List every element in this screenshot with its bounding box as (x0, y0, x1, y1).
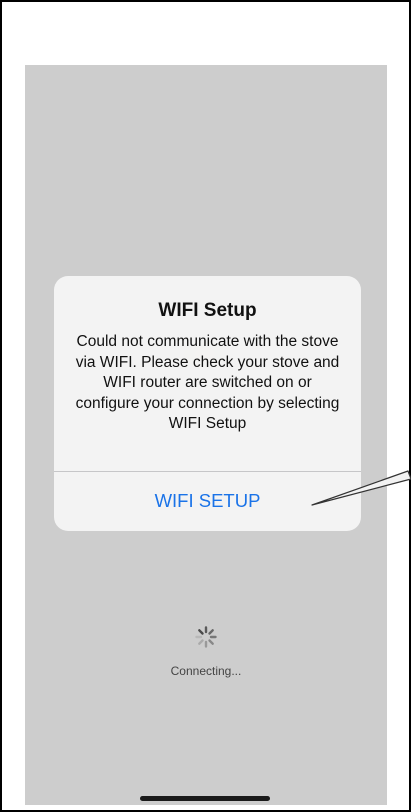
alert-title: WIFI Setup (158, 300, 257, 321)
spinner-icon (195, 626, 217, 648)
alert-message: Could not communicate with the stove via… (75, 333, 340, 432)
home-indicator (140, 796, 270, 801)
app-screen: WIFI Setup Could not communicate with th… (25, 65, 387, 805)
callout-pointer (311, 470, 411, 506)
connecting-status: Connecting... (170, 664, 242, 678)
